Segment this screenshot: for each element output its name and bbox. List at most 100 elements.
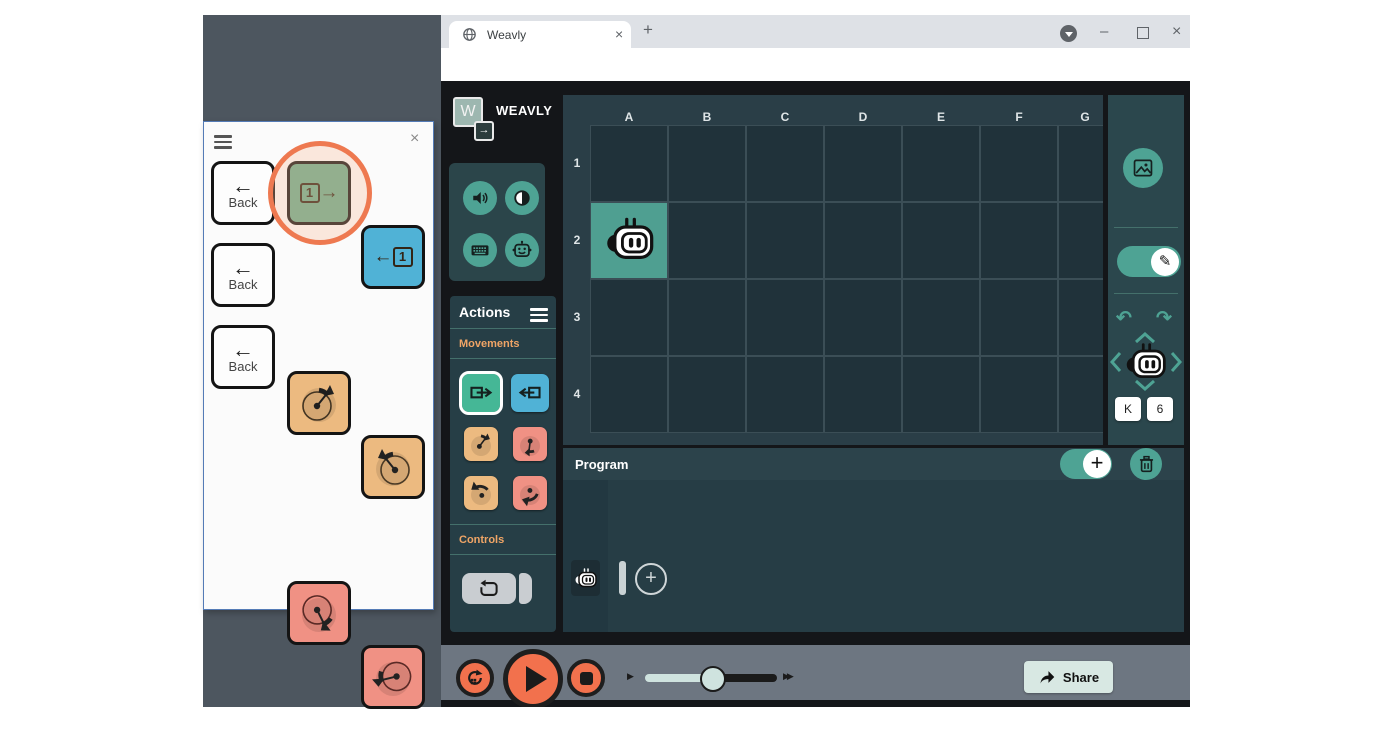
turn-right90-option-button[interactable] bbox=[361, 645, 425, 709]
backward1-option-button[interactable]: ← 1 bbox=[361, 225, 425, 289]
speed-slider-thumb[interactable] bbox=[700, 666, 726, 692]
grid-cell[interactable] bbox=[1058, 279, 1103, 356]
play-button[interactable] bbox=[503, 649, 563, 707]
back-button-row2[interactable]: ← Back bbox=[211, 243, 275, 307]
program-robot-button[interactable] bbox=[571, 560, 600, 596]
share-icon bbox=[1038, 669, 1056, 685]
flyout-menu-icon[interactable] bbox=[214, 132, 232, 152]
movement-turn-right45-button[interactable] bbox=[513, 427, 547, 461]
back-button-row1[interactable]: ← Back bbox=[211, 161, 275, 225]
add-action-plus-icon[interactable]: + bbox=[1083, 450, 1111, 478]
movement-turn-left45-button[interactable] bbox=[464, 427, 498, 461]
actions-menu-icon[interactable] bbox=[530, 305, 548, 325]
turn-left90-icon bbox=[290, 584, 348, 642]
grid-cell-robot[interactable] bbox=[590, 202, 668, 279]
grid-cell[interactable] bbox=[824, 125, 902, 202]
new-tab-button[interactable]: + bbox=[643, 20, 653, 40]
grid-cell[interactable] bbox=[590, 279, 668, 356]
grid-cell[interactable] bbox=[824, 356, 902, 433]
grid-col-header: F bbox=[1009, 110, 1029, 124]
grid-cell[interactable] bbox=[980, 125, 1058, 202]
grid-cells bbox=[590, 125, 1103, 433]
window-minimize-button[interactable]: – bbox=[1100, 23, 1108, 40]
browser-tab[interactable]: Weavly × bbox=[449, 21, 631, 48]
tab-close-icon[interactable]: × bbox=[615, 26, 623, 42]
control-loop-end-piece[interactable] bbox=[519, 573, 532, 604]
audio-feedback-button[interactable] bbox=[463, 181, 497, 215]
character-key-6[interactable]: 6 bbox=[1147, 397, 1173, 421]
contrast-theme-button[interactable] bbox=[505, 181, 539, 215]
loop-icon bbox=[478, 578, 500, 600]
robot-settings-button[interactable] bbox=[505, 233, 539, 267]
movement-forward1-button[interactable] bbox=[462, 374, 500, 412]
back-arrow-icon: ← bbox=[232, 341, 254, 359]
screenshot-root: Weavly × + – × ← → ⟳ create.weavly.org/ … bbox=[0, 0, 1396, 736]
grid-cell[interactable] bbox=[590, 125, 668, 202]
control-loop-button[interactable] bbox=[462, 573, 516, 604]
draw-path-toggle[interactable]: ✎ bbox=[1117, 246, 1181, 277]
program-title: Program bbox=[575, 457, 628, 472]
turn-left90-option-button[interactable] bbox=[287, 581, 351, 645]
grid-cell[interactable] bbox=[668, 279, 746, 356]
globe-favicon-icon bbox=[463, 28, 476, 41]
grid-cell[interactable] bbox=[746, 202, 824, 279]
refresh-scene-button[interactable] bbox=[456, 659, 494, 697]
window-maximize-button[interactable] bbox=[1137, 27, 1149, 39]
browser-window: Weavly × + – × ← → ⟳ create.weavly.org/ … bbox=[441, 15, 1190, 707]
program-panel: Program + bbox=[563, 448, 1184, 632]
movement-turn-left90-button[interactable] bbox=[464, 476, 498, 510]
divider bbox=[450, 554, 556, 555]
stop-button[interactable] bbox=[567, 659, 605, 697]
window-close-button[interactable]: × bbox=[1172, 23, 1181, 41]
grid-cell[interactable] bbox=[1058, 202, 1103, 279]
browser-update-icon[interactable] bbox=[1060, 25, 1077, 42]
browser-tab-strip: Weavly × + – × bbox=[441, 15, 1190, 48]
grid-cell[interactable] bbox=[746, 125, 824, 202]
stop-icon bbox=[580, 672, 593, 685]
turn-right90-icon bbox=[513, 476, 546, 509]
movements-label: Movements bbox=[459, 338, 520, 350]
delete-all-button[interactable] bbox=[1130, 448, 1162, 480]
turn-right45-option-button[interactable] bbox=[361, 435, 425, 499]
keyboard-shortcuts-button[interactable] bbox=[463, 233, 497, 267]
character-key-k[interactable]: K bbox=[1115, 397, 1141, 421]
share-button[interactable]: Share bbox=[1024, 661, 1113, 693]
back-button-row3[interactable]: ← Back bbox=[211, 325, 275, 389]
turn-character-left-button[interactable]: ↶ bbox=[1116, 307, 1132, 330]
grid-cell[interactable] bbox=[1058, 125, 1103, 202]
movement-backward1-button[interactable] bbox=[511, 374, 549, 412]
grid-cell[interactable] bbox=[902, 125, 980, 202]
grid-cell[interactable] bbox=[746, 279, 824, 356]
grid-cell[interactable] bbox=[902, 279, 980, 356]
speed-slow-icon: ▶ bbox=[627, 671, 634, 682]
character-panel: ✎ ↶ ↷ K 6 bbox=[1108, 95, 1184, 445]
grid-col-header: A bbox=[619, 110, 639, 124]
grid-cell[interactable] bbox=[980, 202, 1058, 279]
movement-turn-right90-button[interactable] bbox=[513, 476, 547, 510]
flyout-close-icon[interactable]: × bbox=[410, 130, 419, 148]
grid-cell[interactable] bbox=[902, 356, 980, 433]
grid-cell[interactable] bbox=[902, 202, 980, 279]
grid-cell[interactable] bbox=[590, 356, 668, 433]
grid-cell[interactable] bbox=[824, 202, 902, 279]
grid-cell[interactable] bbox=[980, 279, 1058, 356]
scene-background-button[interactable] bbox=[1123, 148, 1163, 188]
program-start-marker bbox=[619, 561, 626, 595]
weavly-app: W → WEAVLY bbox=[441, 81, 1190, 707]
grid-cell[interactable] bbox=[824, 279, 902, 356]
move-left-chevron[interactable] bbox=[1110, 351, 1122, 373]
grid-cell[interactable] bbox=[668, 125, 746, 202]
grid-cell[interactable] bbox=[668, 202, 746, 279]
turn-left45-option-button[interactable] bbox=[287, 371, 351, 435]
tab-title: Weavly bbox=[487, 28, 526, 42]
turn-right90-icon bbox=[364, 648, 422, 706]
grid-cell[interactable] bbox=[980, 356, 1058, 433]
move-right-chevron[interactable] bbox=[1170, 351, 1182, 373]
add-action-pill[interactable]: + bbox=[1060, 449, 1112, 479]
turn-character-right-button[interactable]: ↷ bbox=[1156, 307, 1172, 330]
grid-cell[interactable] bbox=[1058, 356, 1103, 433]
grid-cell[interactable] bbox=[746, 356, 824, 433]
grid-cell[interactable] bbox=[668, 356, 746, 433]
add-step-button[interactable]: + bbox=[635, 563, 667, 595]
settings-panel bbox=[449, 163, 545, 281]
